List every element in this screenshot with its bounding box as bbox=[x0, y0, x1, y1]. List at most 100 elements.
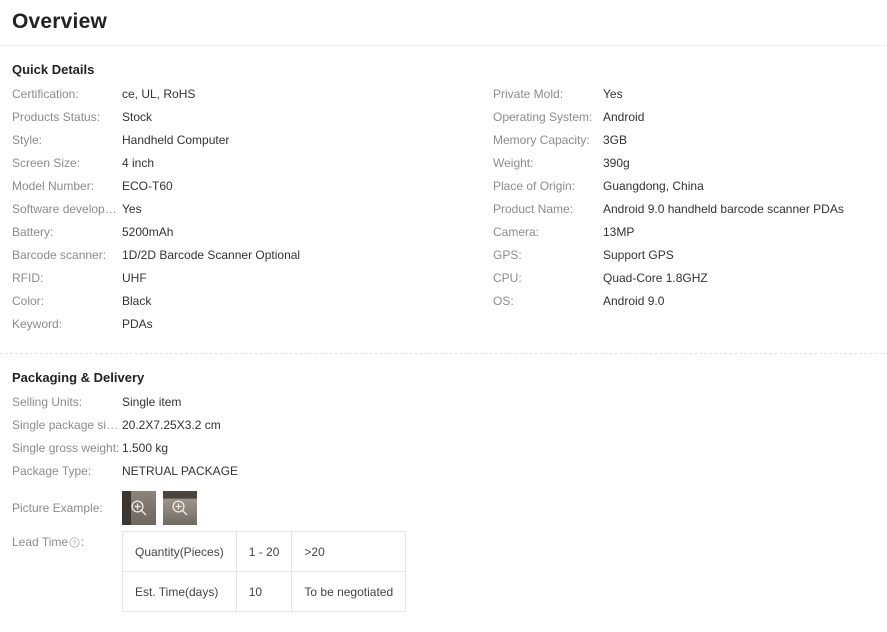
attribute-label: Barcode scanner: bbox=[12, 248, 107, 262]
page-title: Overview bbox=[12, 10, 107, 33]
attribute-row: Style: Handheld Computer bbox=[12, 133, 482, 156]
attribute-label: Operating System: bbox=[493, 110, 593, 124]
lead-time-label-text: Lead Time bbox=[12, 535, 69, 549]
lead-time-table: Quantity(Pieces) 1 - 20 >20 Est. Time(days)… bbox=[122, 531, 407, 612]
attribute-row: RFID: UHF bbox=[12, 271, 482, 294]
picture-example-thumb-1[interactable] bbox=[122, 491, 156, 525]
attribute-label: Style: bbox=[12, 133, 43, 147]
packaging-delivery-section: Packaging & Delivery Selling Units: Singl… bbox=[0, 370, 887, 612]
attribute-label: Selling Units: bbox=[12, 395, 83, 409]
attribute-value: Stock bbox=[122, 110, 153, 124]
attribute-label: Model Number: bbox=[12, 179, 95, 193]
lead-time-cell: >20 bbox=[291, 531, 407, 572]
attribute-value: Yes bbox=[122, 202, 142, 216]
attribute-value: 390g bbox=[603, 156, 630, 170]
attribute-label: RFID: bbox=[12, 271, 44, 285]
attribute-value: 3GB bbox=[603, 133, 628, 147]
lead-time-cell: 1 - 20 bbox=[235, 531, 293, 572]
attribute-label: Single package size: bbox=[12, 418, 122, 432]
attribute-row: Certification: ce, UL, RoHS bbox=[12, 87, 482, 110]
attribute-value: 1D/2D Barcode Scanner Optional bbox=[122, 248, 301, 262]
quick-details-heading: Quick Details bbox=[12, 62, 95, 77]
attribute-row: Weight: 390g bbox=[493, 156, 883, 179]
attribute-row: Battery: 5200mAh bbox=[12, 225, 482, 248]
attribute-value: UHF bbox=[122, 271, 147, 285]
attribute-row: Selling Units: Single item bbox=[12, 395, 887, 418]
title-divider bbox=[0, 45, 887, 46]
picture-example-thumb-2[interactable] bbox=[163, 491, 197, 525]
attribute-label: Weight: bbox=[493, 156, 534, 170]
quick-details-section: Quick Details Certification: ce, UL, RoHS… bbox=[0, 62, 887, 353]
attribute-value: PDAs bbox=[122, 317, 153, 331]
attribute-row: GPS: Support GPS bbox=[493, 248, 883, 271]
attribute-label: Software developm... bbox=[12, 202, 122, 216]
lead-time-table-row: Est. Time(days) 10 To be negotiated bbox=[122, 571, 407, 612]
attribute-value: 20.2X7.25X3.2 cm bbox=[122, 418, 221, 432]
attribute-value: Android 9.0 handheld barcode scanner PDA… bbox=[603, 202, 844, 216]
attribute-row: Single package size: 20.2X7.25X3.2 cm bbox=[12, 418, 887, 441]
attribute-row: Software developm... Yes bbox=[12, 202, 482, 225]
lead-time-row-header: Quantity(Pieces) bbox=[122, 531, 237, 572]
attribute-value: Handheld Computer bbox=[122, 133, 230, 147]
attribute-row: OS: Android 9.0 bbox=[493, 294, 883, 317]
attribute-row: Private Mold: Yes bbox=[493, 87, 883, 110]
attribute-row: Keyword: PDAs bbox=[12, 317, 482, 340]
attribute-value: Black bbox=[122, 294, 152, 308]
attribute-value: 5200mAh bbox=[122, 225, 174, 239]
attribute-label: Single gross weight: bbox=[12, 441, 120, 455]
attribute-value: 13MP bbox=[603, 225, 635, 239]
attribute-label: Package Type: bbox=[12, 464, 92, 478]
attribute-label: Memory Capacity: bbox=[493, 133, 590, 147]
attribute-row: Screen Size: 4 inch bbox=[12, 156, 482, 179]
attribute-value: NETRUAL PACKAGE bbox=[122, 464, 239, 478]
attribute-row: Camera: 13MP bbox=[493, 225, 883, 248]
attribute-label: GPS: bbox=[493, 248, 522, 262]
attribute-row: Product Name: Android 9.0 handheld barcod… bbox=[493, 202, 883, 225]
attribute-label: Certification: bbox=[12, 87, 79, 101]
attribute-row: Place of Origin: Guangdong, China bbox=[493, 179, 883, 202]
attribute-row: CPU: Quad-Core 1.8GHZ bbox=[493, 271, 883, 294]
lead-time-row-header: Est. Time(days) bbox=[122, 571, 237, 612]
attribute-row: Memory Capacity: 3GB bbox=[493, 133, 883, 156]
attribute-label: Product Name: bbox=[493, 202, 574, 216]
attribute-value: Android bbox=[603, 110, 645, 124]
picture-example-thumbs bbox=[122, 491, 197, 525]
picture-example-label: Picture Example: bbox=[12, 501, 103, 515]
attribute-value: Support GPS bbox=[603, 248, 674, 262]
svg-text:?: ? bbox=[73, 539, 77, 546]
attribute-value: Yes bbox=[603, 87, 623, 101]
attribute-label: Products Status: bbox=[12, 110, 101, 124]
lead-time-label: Lead Time ? : bbox=[12, 531, 122, 553]
attribute-label: OS: bbox=[493, 294, 514, 308]
attribute-label: CPU: bbox=[493, 271, 522, 285]
quick-details-left-column: Certification: ce, UL, RoHS Products Statu… bbox=[12, 87, 482, 340]
attribute-value: 1.500 kg bbox=[122, 441, 169, 455]
attribute-value: Single item bbox=[122, 395, 182, 409]
lead-time-table-row: Quantity(Pieces) 1 - 20 >20 bbox=[122, 531, 407, 572]
section-divider bbox=[0, 353, 887, 354]
quick-details-right-column: Private Mold: Yes Operating System: Android… bbox=[493, 87, 883, 317]
attribute-label: Private Mold: bbox=[493, 87, 564, 101]
quick-details-grid: Certification: ce, UL, RoHS Products Statu… bbox=[0, 87, 887, 353]
attribute-label: Camera: bbox=[493, 225, 540, 239]
attribute-value: Android 9.0 bbox=[603, 294, 665, 308]
attribute-value: Guangdong, China bbox=[603, 179, 704, 193]
attribute-label: Color: bbox=[12, 294, 45, 308]
attribute-row: Barcode scanner: 1D/2D Barcode Scanner Op… bbox=[12, 248, 482, 271]
picture-example-row: Picture Example: bbox=[0, 491, 887, 525]
attribute-row: Package Type: NETRUAL PACKAGE bbox=[12, 464, 887, 487]
attribute-row: Model Number: ECO-T60 bbox=[12, 179, 482, 202]
attribute-label: Screen Size: bbox=[12, 156, 81, 170]
question-mark-circle-icon[interactable]: ? bbox=[69, 536, 80, 548]
zoom-in-icon bbox=[172, 500, 188, 516]
zoom-in-icon bbox=[131, 500, 147, 516]
attribute-label: Battery: bbox=[12, 225, 54, 239]
lead-time-cell: 10 bbox=[235, 571, 293, 612]
attribute-label: Keyword: bbox=[12, 317, 63, 331]
page-header: Overview bbox=[0, 0, 887, 46]
packaging-rows: Selling Units: Single item Single package … bbox=[0, 395, 887, 487]
attribute-row: Operating System: Android bbox=[493, 110, 883, 133]
packaging-delivery-heading: Packaging & Delivery bbox=[12, 370, 145, 385]
attribute-value: ECO-T60 bbox=[122, 179, 173, 193]
attribute-value: 4 inch bbox=[122, 156, 155, 170]
